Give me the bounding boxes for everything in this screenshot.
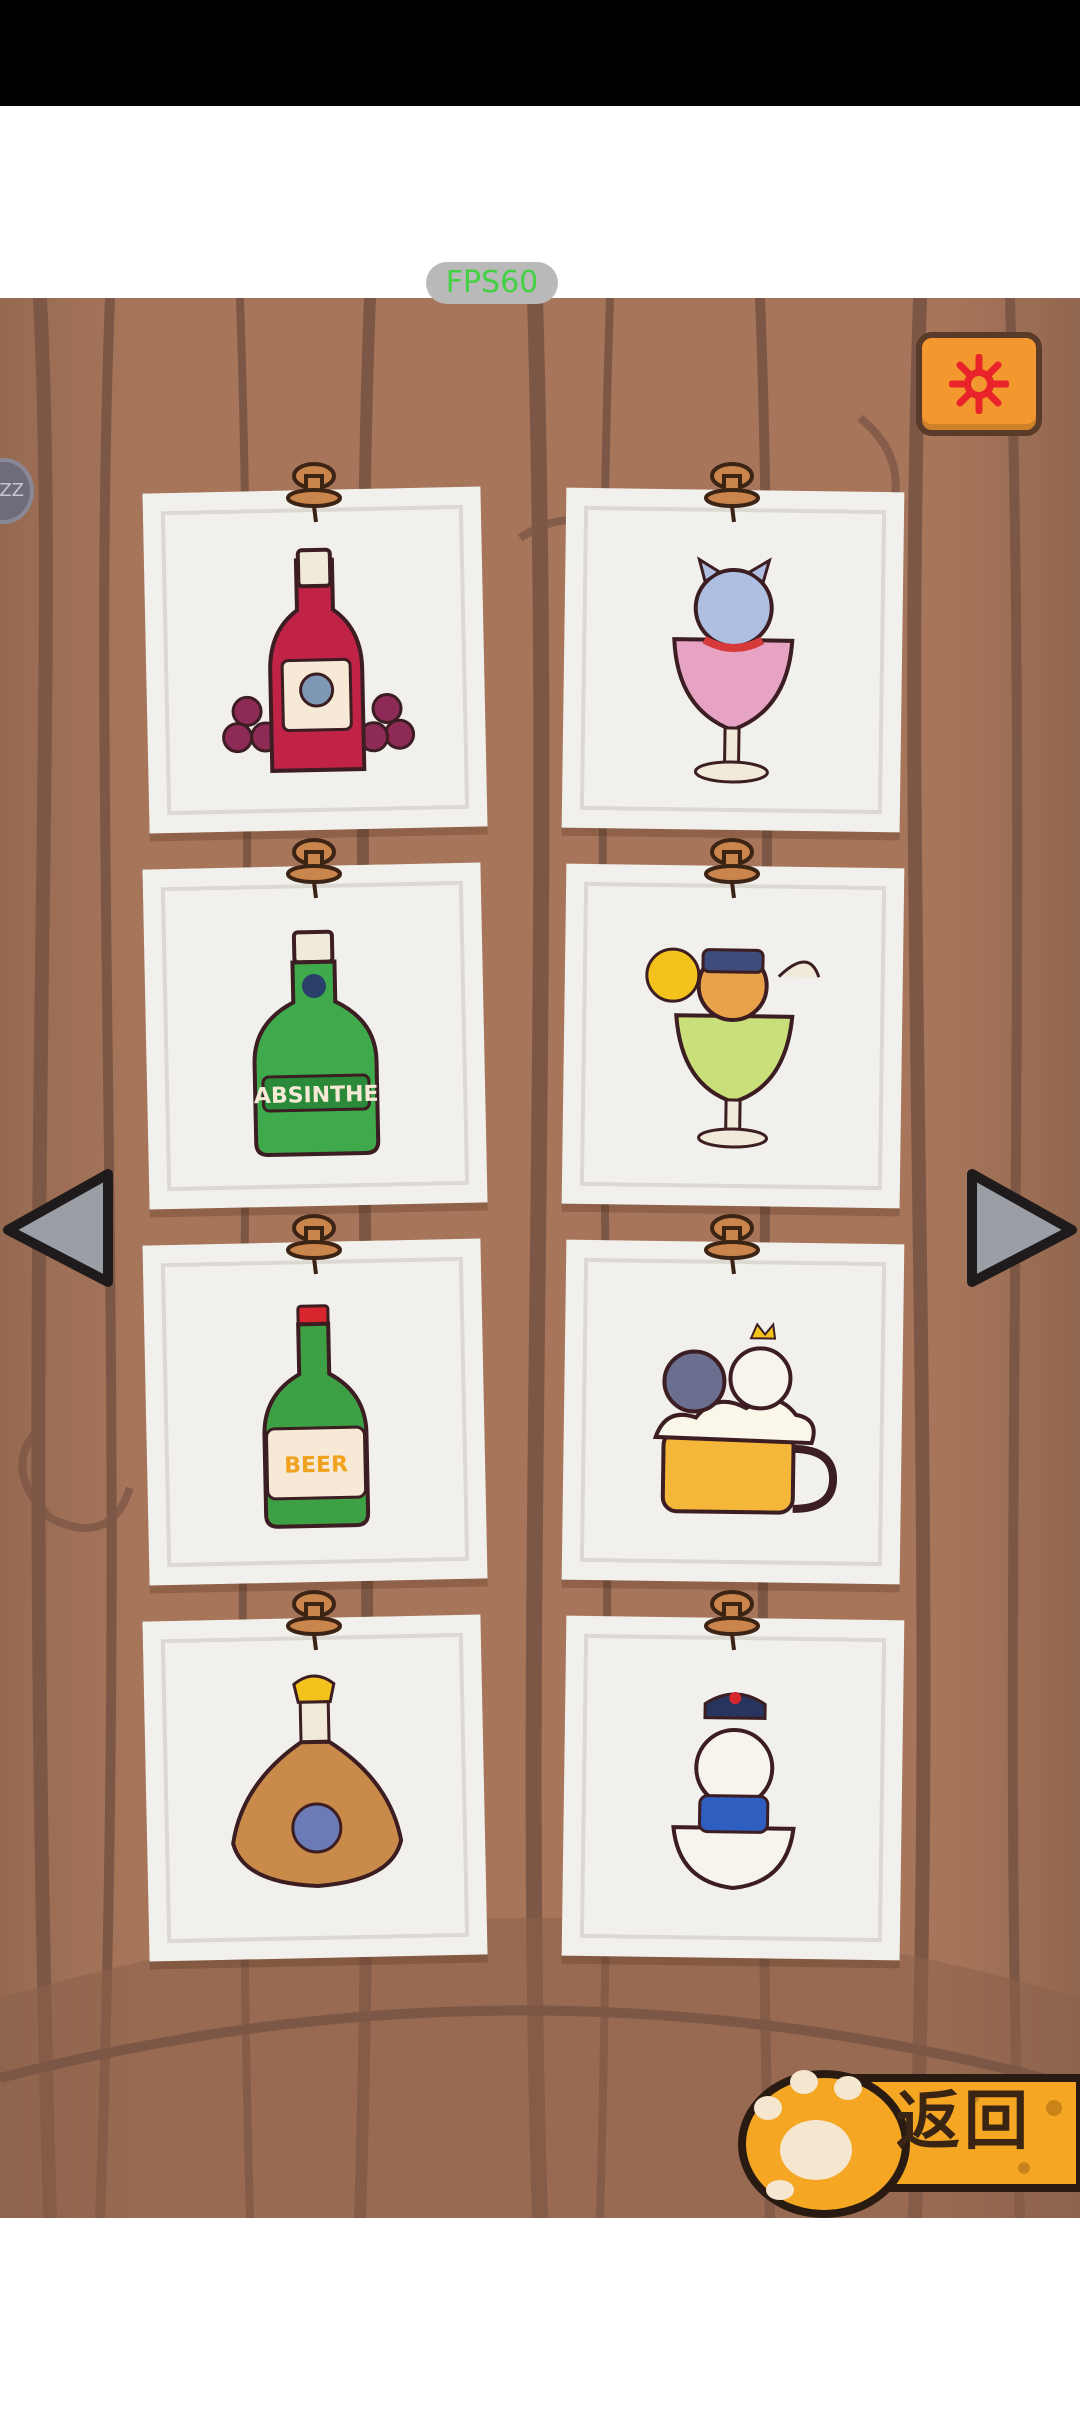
cats-in-beer-mug-illustration: [652, 1322, 838, 1515]
game-area: ZZ ABSINTHE BEER 返回: [0, 298, 1080, 2218]
card-cat-in-absinthe-glass[interactable]: [561, 863, 905, 1209]
cat-in-baijiu-bowl-illustration: [671, 1692, 796, 1891]
card-baijiu-bottle[interactable]: [142, 1614, 488, 1962]
card-red-wine-bottle[interactable]: [142, 486, 488, 834]
gear-icon: [949, 354, 1009, 414]
settings-button[interactable]: [916, 332, 1042, 436]
next-page-button[interactable]: [964, 1168, 1080, 1288]
triangle-right-icon: [967, 1169, 1077, 1287]
push-pin-icon: [704, 462, 760, 523]
card-absinthe-bottle[interactable]: ABSINTHE: [142, 862, 488, 1210]
push-pin-icon: [286, 462, 342, 523]
bottom-margin: [0, 2218, 1080, 2412]
absinthe-bottle-illustration: ABSINTHE: [252, 929, 381, 1158]
absinthe-label-text: ABSINTHE: [254, 1082, 379, 1110]
triangle-left-icon: [3, 1169, 113, 1287]
push-pin-icon: [286, 1590, 342, 1651]
cat-in-wine-glass-illustration: [672, 556, 795, 784]
previous-page-button[interactable]: [0, 1168, 116, 1288]
push-pin-icon: [286, 838, 342, 899]
status-bar: [0, 0, 1080, 106]
beer-label-text: BEER: [284, 1452, 348, 1478]
card-cat-in-wine-glass[interactable]: [561, 487, 905, 833]
fps-badge: FPS60: [426, 262, 558, 304]
card-cat-in-baijiu-bowl[interactable]: [561, 1615, 905, 1961]
red-wine-bottle-illustration: [222, 547, 416, 773]
cat-in-absinthe-glass-illustration: [645, 947, 821, 1149]
push-pin-icon: [704, 1214, 760, 1275]
push-pin-icon: [704, 838, 760, 899]
beer-bottle-illustration: BEER: [262, 1304, 371, 1529]
card-beer-bottle[interactable]: BEER: [142, 1238, 488, 1586]
card-cats-in-beer-mug[interactable]: [561, 1239, 905, 1585]
baijiu-bottle-illustration: [231, 1674, 404, 1888]
back-button-label[interactable]: 返回: [896, 2082, 1056, 2162]
push-pin-icon: [704, 1590, 760, 1651]
push-pin-icon: [286, 1214, 342, 1275]
